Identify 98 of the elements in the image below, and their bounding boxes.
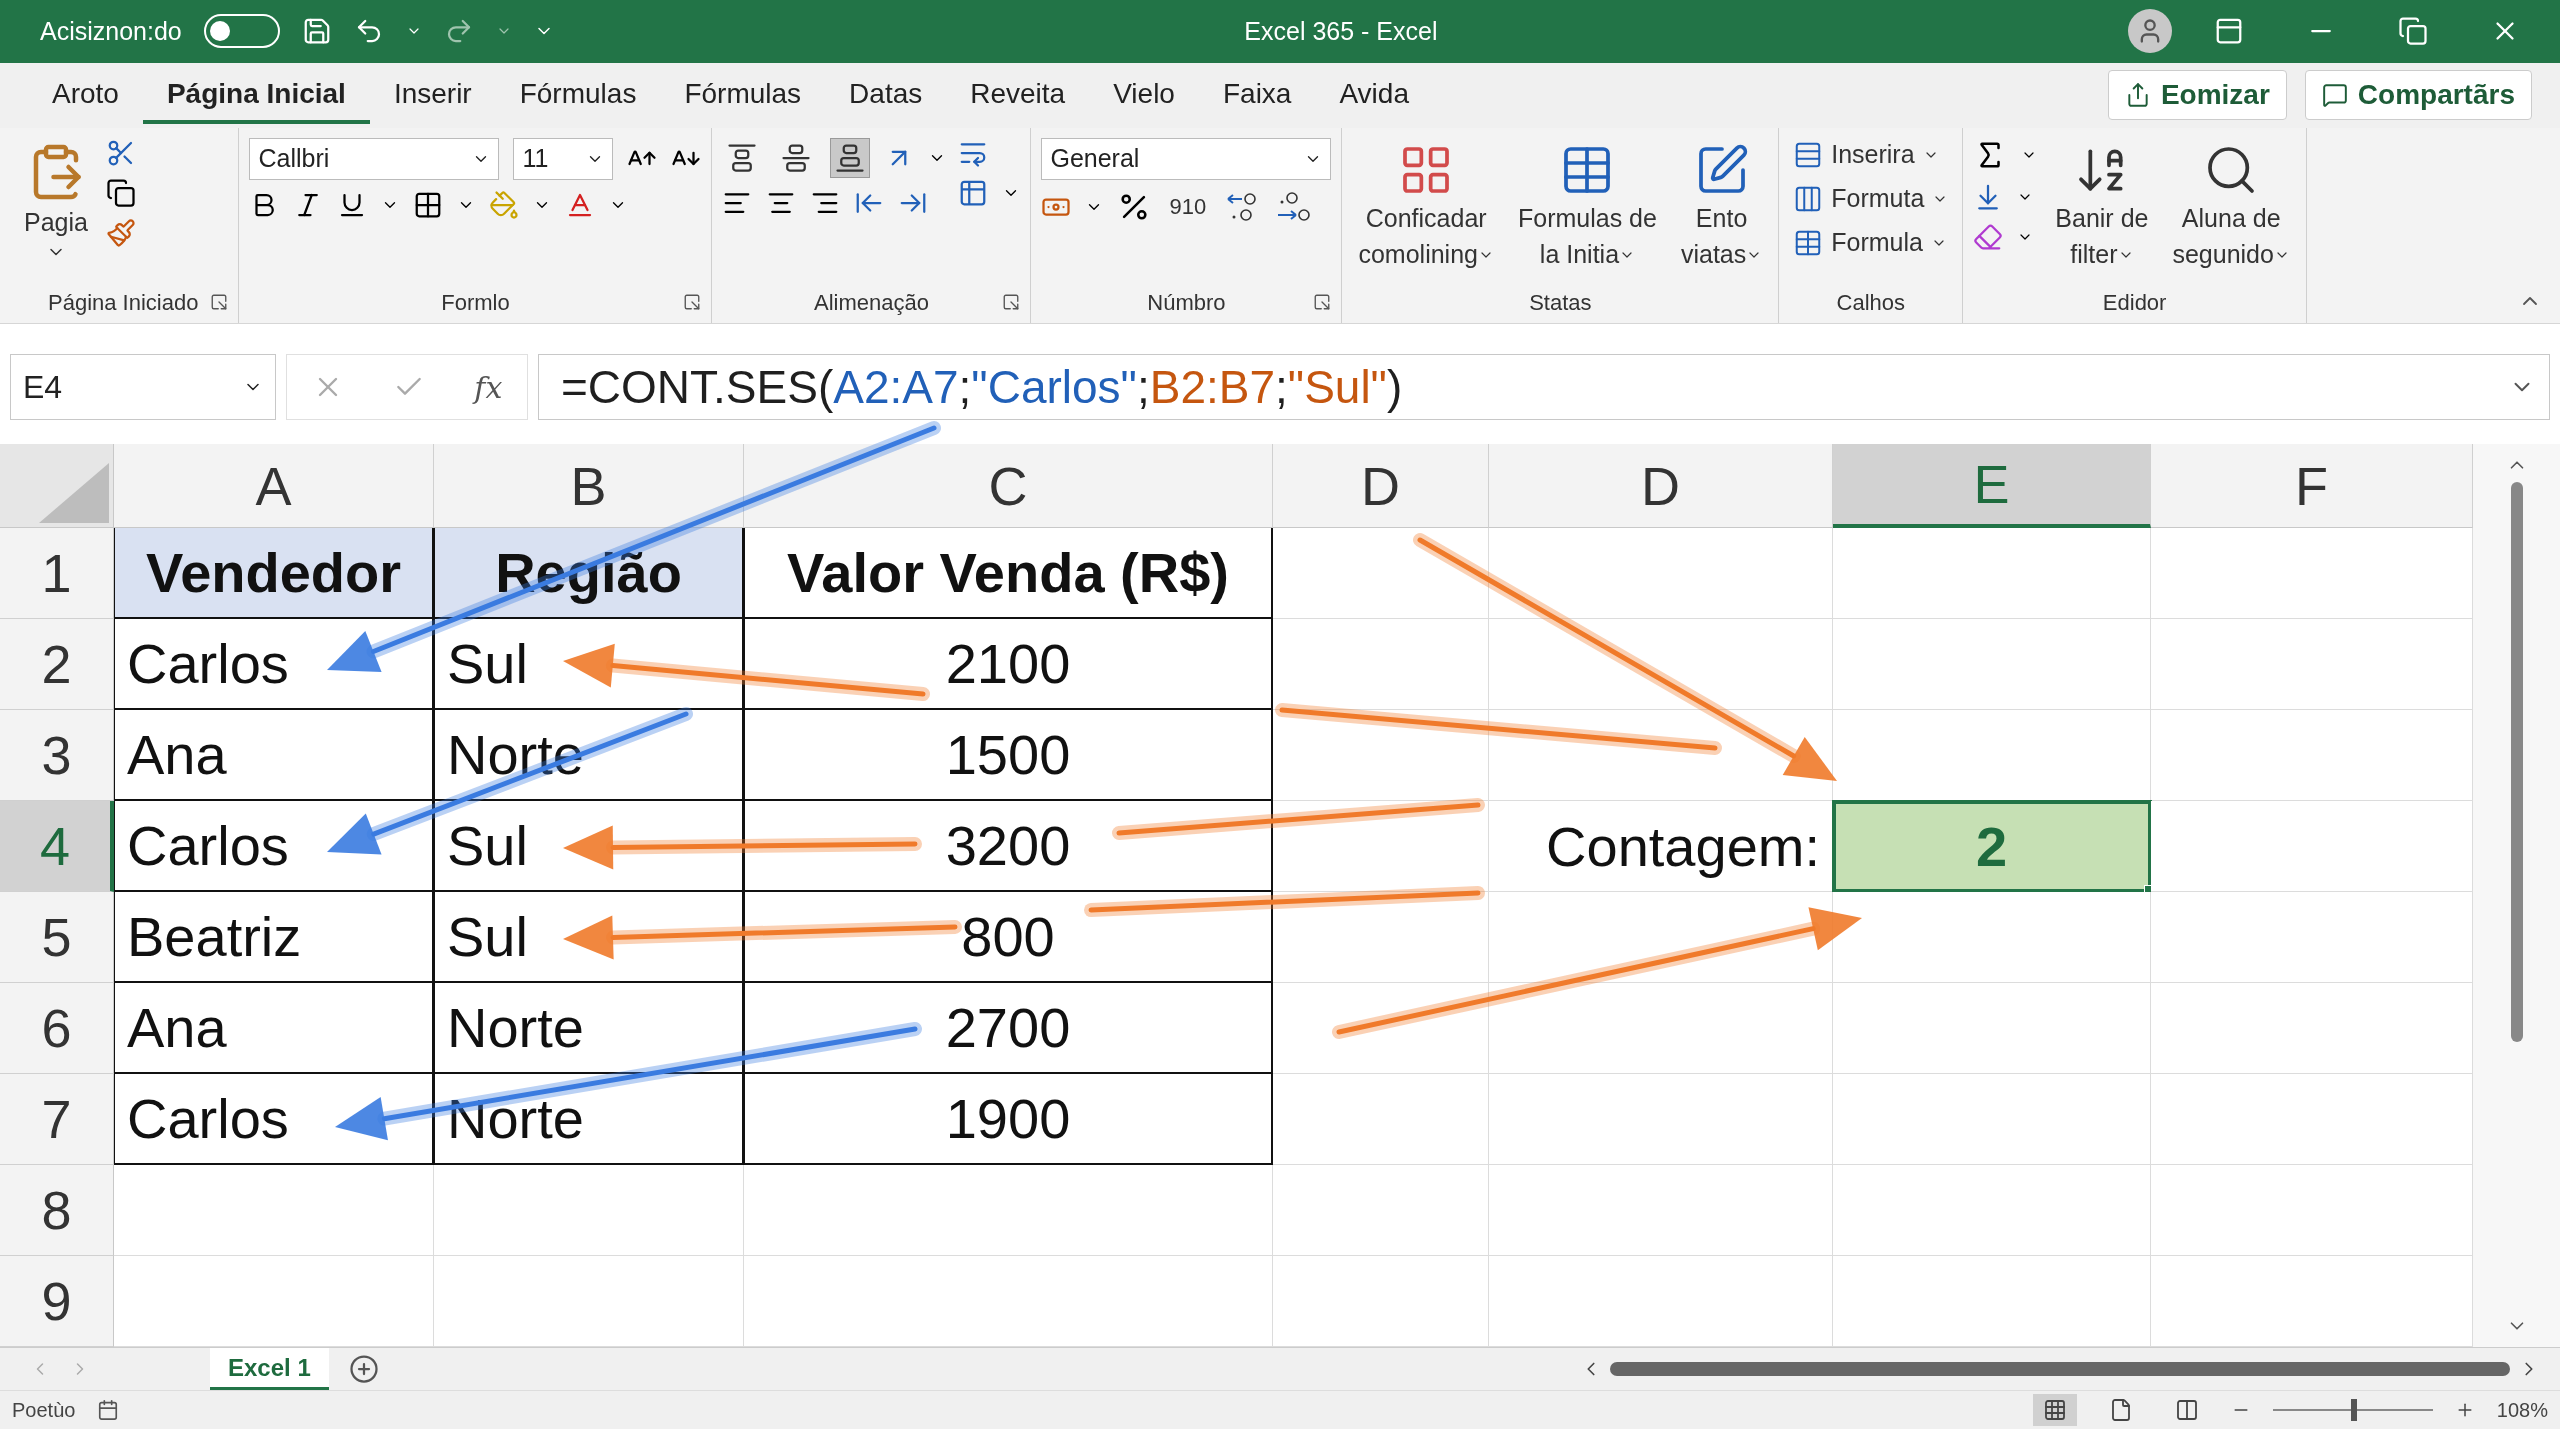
- launcher-icon[interactable]: [1313, 293, 1332, 312]
- launcher-icon[interactable]: [683, 293, 702, 312]
- menu-tab[interactable]: Faixa: [1198, 66, 1316, 125]
- row-header[interactable]: 2: [0, 619, 114, 711]
- formula-field[interactable]: =CONT.SES(A2:A7;"Carlos";B2:B7;"Sul"): [538, 354, 2550, 421]
- style-button[interactable]: Conficadar comolining: [1352, 137, 1500, 275]
- cells-button[interactable]: Formuta: [1789, 181, 1953, 216]
- menu-tab[interactable]: Reveita: [946, 66, 1090, 125]
- table-cell[interactable]: Sul: [434, 801, 744, 893]
- table-cell[interactable]: Norte: [434, 983, 744, 1075]
- align-icon: [727, 142, 758, 173]
- scrollbar-thumb[interactable]: [1610, 1362, 2510, 1377]
- table-cell[interactable]: Carlos: [114, 801, 434, 893]
- table-cell[interactable]: Norte: [434, 1074, 744, 1166]
- status-text: Poetùo: [12, 1398, 76, 1422]
- table-cell[interactable]: 2100: [744, 619, 1273, 711]
- autosave-label: Acisiznon:do: [40, 16, 182, 46]
- style-button[interactable]: Formulas de la Initia: [1511, 137, 1663, 275]
- table-cell[interactable]: Carlos: [114, 1074, 434, 1166]
- menu-tab[interactable]: Aroto: [28, 66, 143, 125]
- align-icon: [781, 142, 812, 173]
- align-icon: [835, 142, 866, 173]
- column-header[interactable]: B: [434, 444, 744, 529]
- style-button[interactable]: Ento viatas: [1674, 137, 1769, 275]
- table-cell[interactable]: Ana: [114, 983, 434, 1075]
- column-header[interactable]: A: [114, 444, 434, 529]
- editing-button[interactable]: Aluna de segunido: [2166, 137, 2296, 275]
- group-label: Alimenação: [813, 290, 929, 317]
- table-cell[interactable]: Ana: [114, 710, 434, 802]
- row-header[interactable]: 8: [0, 1165, 114, 1257]
- row-header[interactable]: 3: [0, 710, 114, 802]
- zoom-level[interactable]: 108%: [2496, 1398, 2548, 1422]
- name-box[interactable]: E4: [10, 354, 276, 421]
- calendar-icon[interactable]: [97, 1399, 120, 1422]
- row-header[interactable]: 1: [0, 528, 114, 620]
- row-header[interactable]: 6: [0, 983, 114, 1075]
- header-cell[interactable]: Valor Venda (R$): [744, 528, 1273, 620]
- share-button[interactable]: Eomizar: [2107, 70, 2287, 121]
- table-cell[interactable]: 2700: [744, 983, 1273, 1075]
- copy-icon[interactable]: [105, 177, 136, 208]
- insert-function-button[interactable]: fx: [474, 369, 503, 405]
- paste-button[interactable]: Pagia: [18, 137, 94, 267]
- group-label: Edidor: [2102, 290, 2167, 317]
- table-cell[interactable]: 1900: [744, 1074, 1273, 1166]
- row-header[interactable]: 5: [0, 892, 114, 984]
- font-size-field[interactable]: 11: [513, 137, 614, 180]
- restore-icon[interactable]: [2398, 16, 2428, 47]
- sheet-tab[interactable]: Excel 1: [210, 1348, 329, 1391]
- group-label: Statas: [1529, 290, 1592, 317]
- cells-button[interactable]: Inserira: [1789, 137, 1953, 172]
- result-cell[interactable]: 2: [1833, 801, 2151, 893]
- normal-view-icon[interactable]: [2042, 1398, 2067, 1423]
- comma-style-button[interactable]: 910: [1165, 189, 1211, 224]
- comment-icon: [2321, 82, 2348, 109]
- table-cell[interactable]: Sul: [434, 619, 744, 711]
- column-header[interactable]: D: [1489, 444, 1833, 529]
- launcher-icon[interactable]: [1002, 293, 1021, 312]
- menu-tab[interactable]: Vielo: [1089, 66, 1199, 125]
- table-cell[interactable]: Sul: [434, 892, 744, 984]
- avatar[interactable]: [2128, 9, 2172, 54]
- column-header[interactable]: C: [744, 444, 1273, 529]
- table-cell[interactable]: Carlos: [114, 619, 434, 711]
- group-label: Númbro: [1147, 290, 1226, 317]
- window-title: Excel 365 - Excel: [1244, 16, 1438, 46]
- row-header[interactable]: 7: [0, 1074, 114, 1166]
- cells-button[interactable]: Formula: [1789, 225, 1953, 260]
- group-label: Calhos: [1836, 290, 1905, 317]
- header-cell[interactable]: Vendedor: [114, 528, 434, 620]
- launcher-icon[interactable]: [210, 293, 229, 312]
- page-break-icon[interactable]: [2174, 1398, 2199, 1423]
- group-label: Formlo: [441, 290, 510, 317]
- menu-tab[interactable]: Inserir: [369, 66, 496, 125]
- zoom-thumb[interactable]: [2351, 1399, 2358, 1422]
- column-header[interactable]: F: [2151, 444, 2473, 529]
- table-cell[interactable]: 1500: [744, 710, 1273, 802]
- add-sheet-icon[interactable]: [348, 1354, 379, 1385]
- menu-tab[interactable]: Datas: [825, 66, 947, 125]
- menu-tab[interactable]: Fórmulas: [495, 66, 661, 125]
- table-cell[interactable]: Contagem:: [1489, 801, 1833, 893]
- menu-tab[interactable]: Página Inicial: [142, 66, 370, 125]
- row-header[interactable]: 9: [0, 1256, 114, 1348]
- font-name-field[interactable]: Callbri: [249, 137, 500, 180]
- row-header[interactable]: 4: [0, 801, 114, 893]
- scrollbar-thumb[interactable]: [2510, 482, 2523, 1043]
- menu-tab[interactable]: Avida: [1315, 66, 1433, 125]
- autosave-toggle[interactable]: [203, 14, 280, 49]
- table-cell[interactable]: 3200: [744, 801, 1273, 893]
- number-format-field[interactable]: General: [1041, 137, 1332, 180]
- paintbrush-icon[interactable]: [105, 217, 136, 248]
- column-header[interactable]: D: [1273, 444, 1489, 529]
- table-cell[interactable]: Beatriz: [114, 892, 434, 984]
- group-label: Página Iniciado: [48, 290, 199, 317]
- menu-tab[interactable]: Fórmulas: [660, 66, 826, 125]
- align-button[interactable]: [830, 137, 871, 178]
- table-cell[interactable]: 800: [744, 892, 1273, 984]
- column-header[interactable]: E: [1833, 444, 2151, 529]
- comment-button[interactable]: Compartãrs: [2304, 70, 2532, 121]
- editing-button[interactable]: Banir de filter: [2049, 137, 2155, 275]
